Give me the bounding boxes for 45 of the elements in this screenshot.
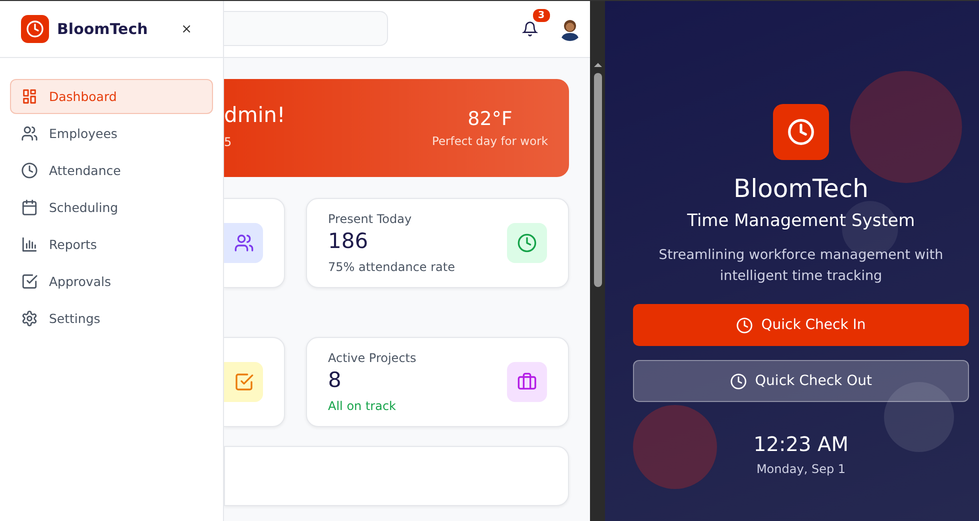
temperature: 82°F — [468, 108, 512, 130]
clock-icon — [730, 372, 748, 390]
check-button[interactable]: Quick Check In — [633, 304, 969, 346]
stat-title: Present Today — [328, 212, 413, 226]
nav-item[interactable]: Settings — [10, 301, 213, 336]
stat-value: 186 — [328, 229, 370, 253]
brand-name: BloomTech — [57, 20, 148, 38]
scrollbar[interactable] — [590, 1, 605, 521]
current-time: 12:23 AM — [754, 432, 848, 456]
gear-icon — [21, 310, 38, 327]
close-button[interactable]: × — [181, 22, 192, 36]
grid-icon — [21, 88, 38, 105]
stat-note: 75% attendance rate — [328, 260, 455, 274]
nav-item[interactable]: Reports — [10, 227, 213, 262]
stat-value: 8 — [328, 368, 342, 392]
hero-title: Time Management System — [687, 211, 915, 231]
clock-icon — [736, 316, 754, 334]
check-square-icon — [21, 273, 38, 290]
nav-item[interactable]: Approvals — [10, 264, 213, 299]
logo-icon — [21, 15, 49, 43]
clock-icon — [21, 162, 38, 179]
current-date: Monday, Sep 1 — [756, 462, 846, 476]
bell-icon[interactable] — [522, 21, 538, 37]
briefcase-icon — [517, 372, 537, 392]
hero-description: Streamlining workforce management with intelligent time tracking — [658, 246, 944, 286]
hero-brand: BloomTech — [733, 174, 869, 203]
calendar-icon — [21, 199, 38, 216]
people-icon — [21, 125, 38, 142]
greeting: dmin! — [224, 103, 286, 127]
notification-badge: 3 — [533, 9, 550, 22]
nav-item[interactable]: Employees — [10, 116, 213, 151]
nav-item[interactable]: Scheduling — [10, 190, 213, 225]
banner-subtitle: 5 — [224, 135, 233, 149]
bar-chart-icon — [21, 236, 38, 253]
search-field[interactable] — [224, 11, 388, 46]
logo-icon — [773, 104, 829, 160]
weather-note: Perfect day for work — [432, 134, 548, 148]
clock-icon — [517, 233, 537, 253]
stat-title: Active Projects — [328, 351, 416, 365]
check-button[interactable]: Quick Check Out — [633, 360, 969, 402]
stat-note: All on track — [328, 399, 397, 413]
nav-item[interactable]: Attendance — [10, 153, 213, 188]
check-square-icon — [234, 372, 254, 392]
nav-item[interactable]: Dashboard — [10, 79, 213, 114]
people-icon — [234, 233, 254, 253]
